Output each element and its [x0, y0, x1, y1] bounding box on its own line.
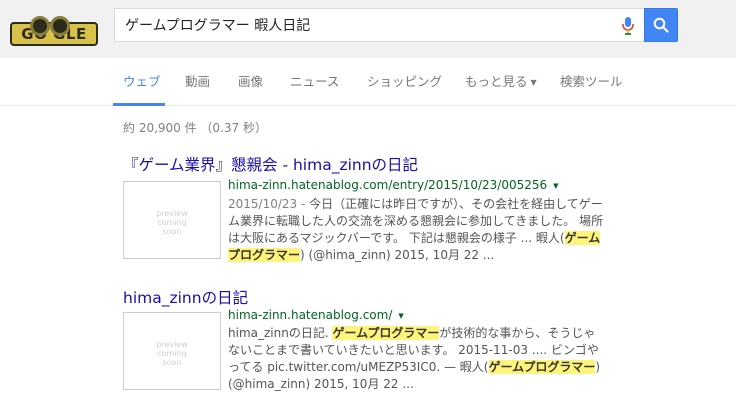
result-thumbnail[interactable]: preview coming soon [123, 312, 221, 390]
search-button[interactable] [644, 8, 678, 42]
result-url[interactable]: hima-zinn.hatenablog.com/entry/2015/10/2… [228, 178, 559, 192]
search-tabs: ウェブ 動画 画像 ニュース ショッピング もっと見る ▼ 検索ツール [0, 58, 736, 106]
thumbnail-text-line: soon [162, 227, 182, 236]
result-title-link[interactable]: hima_zinnの日記 [123, 288, 603, 308]
thumbnail-text-line: soon [162, 358, 182, 367]
result-url-text: hima-zinn.hatenablog.com/ [228, 308, 393, 322]
mic-icon[interactable] [621, 17, 635, 35]
thumbnail-text-line: preview [156, 340, 188, 349]
thumbnail-text-line: coming [157, 349, 187, 358]
search-result: 『ゲーム業界』懇親会 - hima_zinnの日記 preview coming… [123, 155, 603, 262]
search-box [114, 8, 644, 42]
snippet-text: hima_zinnの日記. [228, 326, 333, 340]
film-reel-icon [30, 16, 50, 36]
result-stats: 約 20,900 件 （0.37 秒） [123, 121, 267, 135]
tab-more-label: もっと見る [465, 74, 528, 89]
active-tab-indicator [113, 103, 165, 106]
thumbnail-text-line: preview [156, 209, 188, 218]
caret-down-icon: ▼ [530, 78, 537, 87]
tab-images[interactable]: 画像 [238, 71, 263, 90]
tab-videos[interactable]: 動画 [185, 71, 210, 90]
film-reel-icon [50, 16, 70, 36]
search-icon [653, 17, 669, 33]
result-snippet: 2015/10/23 - 今日（正確には昨日ですが）、その会社を経由してゲーム業… [228, 196, 606, 264]
google-doodle-logo[interactable]: GO GLE [10, 16, 98, 46]
caret-down-icon[interactable]: ▼ [553, 182, 558, 190]
result-url-text: hima-zinn.hatenablog.com/entry/2015/10/2… [228, 178, 548, 192]
result-thumbnail[interactable]: preview coming soon [123, 181, 221, 259]
search-result: hima_zinnの日記 preview coming soon hima-zi… [123, 288, 603, 391]
thumbnail-placeholder: preview coming soon [124, 209, 220, 236]
thumbnail-text-line: coming [157, 218, 187, 227]
result-snippet: hima_zinnの日記. ゲームプログラマーが技術的な事から、そうじゃないこと… [228, 325, 606, 393]
highlighted-term: ゲームプログラマー [488, 360, 596, 374]
tab-shopping[interactable]: ショッピング [367, 71, 442, 90]
tab-more[interactable]: もっと見る ▼ [465, 71, 537, 90]
tab-search-tools[interactable]: 検索ツール [560, 71, 623, 90]
caret-down-icon[interactable]: ▼ [398, 312, 403, 320]
search-input[interactable] [125, 9, 605, 41]
snippet-text: ) (@hima_zinn) 2015, 10月 22 ... [300, 248, 495, 262]
tab-web[interactable]: ウェブ [123, 71, 161, 90]
result-url[interactable]: hima-zinn.hatenablog.com/ ▼ [228, 308, 404, 322]
thumbnail-placeholder: preview coming soon [124, 340, 220, 367]
highlighted-term: ゲームプログラマー [332, 326, 440, 340]
search-header: GO GLE [0, 0, 736, 58]
tab-news[interactable]: ニュース [290, 71, 339, 90]
result-title-link[interactable]: 『ゲーム業界』懇親会 - hima_zinnの日記 [123, 155, 603, 175]
result-date: 2015/10/23 - [228, 197, 310, 211]
